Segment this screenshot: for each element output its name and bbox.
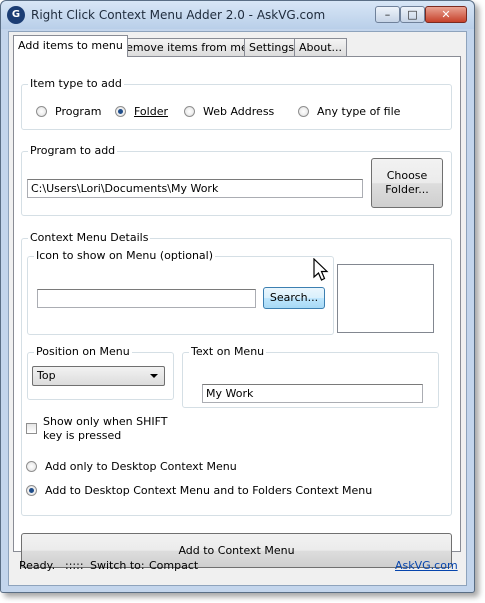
radio-program-label: Program bbox=[55, 105, 102, 118]
radio-desktop-only[interactable]: Add only to Desktop Context Menu bbox=[26, 460, 237, 473]
radio-any-file[interactable]: Any type of file bbox=[298, 105, 400, 118]
icon-group: Icon to show on Menu (optional) Search..… bbox=[27, 249, 334, 335]
shift-checkbox[interactable] bbox=[26, 423, 37, 434]
app-logo-icon: G bbox=[7, 6, 25, 24]
radio-desktop-and-folders-label: Add to Desktop Context Menu and to Folde… bbox=[45, 484, 373, 497]
radio-circle[interactable] bbox=[184, 106, 195, 117]
add-items-panel: Item type to add Program Folder Web Addr… bbox=[13, 56, 461, 568]
radio-folder-label: Folder bbox=[134, 105, 168, 118]
minimize-button[interactable]: – bbox=[375, 6, 400, 23]
radio-any-file-label: Any type of file bbox=[317, 105, 401, 118]
close-button[interactable]: ✕ bbox=[425, 6, 467, 23]
tab-add-items[interactable]: Add items to menu bbox=[13, 35, 128, 57]
chevron-down-icon bbox=[150, 374, 158, 378]
item-type-group-label: Item type to add bbox=[28, 77, 124, 90]
radio-folder[interactable]: Folder bbox=[115, 105, 168, 118]
tab-settings[interactable]: Settings bbox=[244, 38, 300, 56]
grip-icon: ::::: bbox=[65, 559, 84, 572]
menu-text-field[interactable]: My Work bbox=[202, 384, 423, 403]
radio-web-address-label: Web Address bbox=[203, 105, 275, 118]
radio-circle[interactable] bbox=[298, 106, 309, 117]
shift-checkbox-label-1: Show only when SHIFT bbox=[43, 415, 168, 428]
search-button[interactable]: Search... bbox=[263, 287, 325, 309]
radio-circle-selected[interactable] bbox=[26, 485, 37, 496]
icon-path-field[interactable] bbox=[37, 289, 256, 308]
context-details-group-label: Context Menu Details bbox=[28, 231, 151, 244]
radio-circle[interactable] bbox=[26, 461, 37, 472]
position-group: Position on Menu Top bbox=[27, 345, 174, 400]
icon-group-label: Icon to show on Menu (optional) bbox=[34, 249, 216, 262]
program-path-field[interactable]: C:\Users\Lori\Documents\My Work bbox=[27, 179, 363, 198]
context-details-group: Context Menu Details Icon to show on Men… bbox=[21, 231, 452, 516]
position-group-label: Position on Menu bbox=[34, 345, 132, 358]
window-title: Right Click Context Menu Adder 2.0 - Ask… bbox=[31, 8, 326, 22]
radio-circle-selected[interactable] bbox=[115, 106, 126, 117]
tab-about[interactable]: About... bbox=[294, 38, 348, 56]
radio-circle[interactable] bbox=[36, 106, 47, 117]
shift-checkbox-label-2: key is pressed bbox=[43, 429, 122, 442]
maximize-button[interactable]: □ bbox=[400, 6, 425, 23]
text-group: Text on Menu My Work bbox=[182, 345, 439, 408]
askvg-link[interactable]: AskVG.com bbox=[395, 559, 458, 572]
choose-folder-button[interactable]: Choose Folder... bbox=[371, 158, 443, 208]
app-window: G Right Click Context Menu Adder 2.0 - A… bbox=[0, 0, 475, 593]
icon-preview-box bbox=[337, 264, 434, 333]
radio-program[interactable]: Program bbox=[36, 105, 101, 118]
client-area: Add items to menu Remove items from menu… bbox=[8, 31, 467, 586]
radio-desktop-only-label: Add only to Desktop Context Menu bbox=[45, 460, 237, 473]
title-bar[interactable]: G Right Click Context Menu Adder 2.0 - A… bbox=[1, 1, 474, 29]
switch-to-label: Switch to: bbox=[90, 559, 145, 572]
position-select[interactable]: Top bbox=[32, 366, 165, 386]
switch-mode-compact[interactable]: Compact bbox=[149, 559, 198, 572]
mouse-cursor-icon bbox=[313, 258, 329, 281]
add-to-context-menu-button[interactable]: Add to Context Menu bbox=[21, 533, 452, 568]
item-type-group: Item type to add Program Folder Web Addr… bbox=[21, 77, 452, 130]
status-text: Ready. bbox=[19, 559, 56, 572]
radio-web-address[interactable]: Web Address bbox=[184, 105, 274, 118]
radio-desktop-and-folders[interactable]: Add to Desktop Context Menu and to Folde… bbox=[26, 484, 372, 497]
text-group-label: Text on Menu bbox=[189, 345, 267, 358]
program-group-label: Program to add bbox=[28, 144, 118, 157]
program-group: Program to add C:\Users\Lori\Documents\M… bbox=[21, 144, 452, 216]
position-select-value: Top bbox=[37, 369, 56, 382]
